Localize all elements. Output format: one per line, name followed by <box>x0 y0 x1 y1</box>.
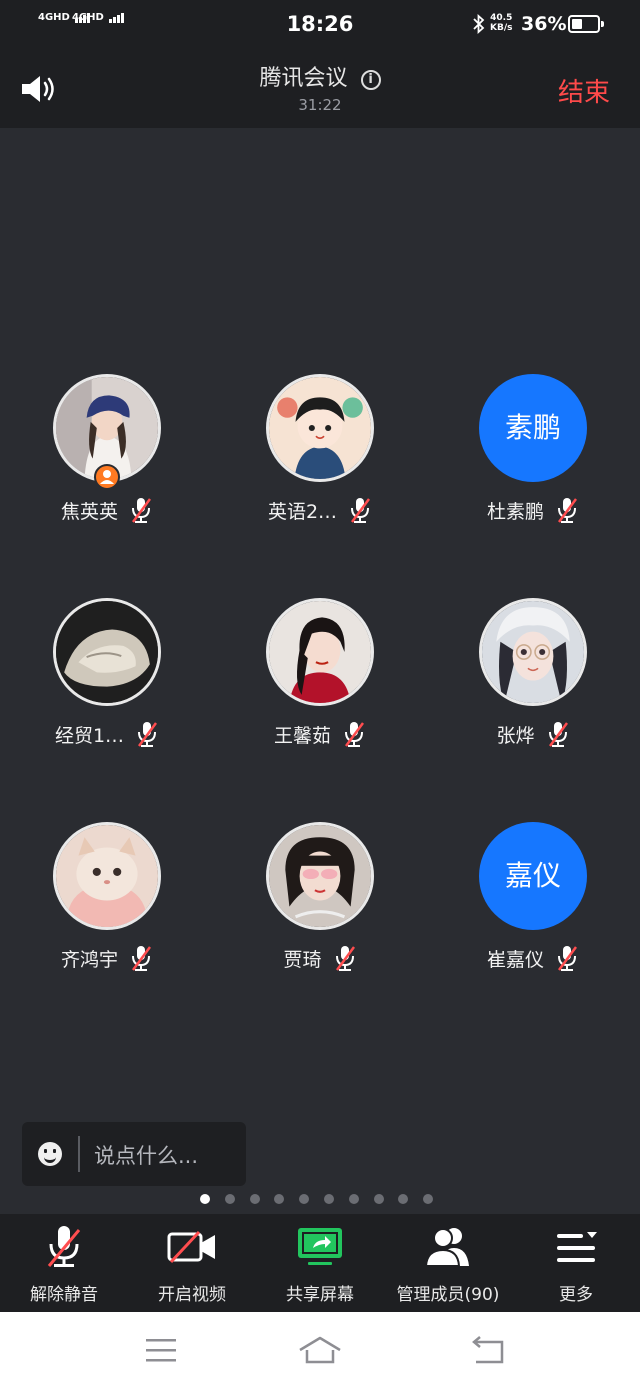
page-dot[interactable] <box>249 1194 260 1204</box>
participant-name-row: 贾琦 <box>213 944 426 974</box>
bluetooth-icon <box>473 14 485 34</box>
avatar <box>53 598 161 706</box>
participant-name-row: 齐鸿宇 <box>0 944 213 974</box>
more-button[interactable]: 更多 <box>512 1214 640 1312</box>
page-dot[interactable] <box>348 1194 359 1204</box>
participant-name: 崔嘉仪 <box>486 948 544 971</box>
share-screen-button[interactable]: 共享屏幕 <box>256 1214 384 1312</box>
participant-name-row: 焦英英 <box>0 496 213 526</box>
participant-tile[interactable]: 齐鸿宇 <box>0 822 213 1046</box>
page-dot[interactable] <box>224 1194 235 1204</box>
page-dot[interactable] <box>373 1194 384 1204</box>
page-dot-active[interactable] <box>200 1194 210 1204</box>
participant-name: 杜素鹏 <box>486 500 544 523</box>
meeting-toolbar: 解除静音 开启视频 共享屏幕 管理成员(90) 更多 <box>0 1214 640 1312</box>
participant-tile[interactable]: 王馨茹 <box>213 598 426 822</box>
system-nav-bar <box>0 1312 640 1387</box>
network-speed-value: 40.5 <box>490 13 513 23</box>
unmute-button[interactable]: 解除静音 <box>0 1214 128 1312</box>
more-label: 更多 <box>559 1285 593 1305</box>
menu-icon[interactable] <box>140 1332 184 1368</box>
participant-name-row: 王馨茹 <box>213 720 426 750</box>
page-dot[interactable] <box>423 1194 434 1204</box>
chat-placeholder: 说点什么... <box>94 1144 199 1168</box>
participant-tile[interactable]: 英语2… <box>213 374 426 598</box>
avatar-initials: 素鹏 <box>479 374 587 482</box>
info-icon[interactable]: i <box>360 70 381 90</box>
mic-muted-icon <box>47 1226 81 1267</box>
meeting-title-block: 腾讯会议 i 31:22 <box>0 60 640 114</box>
avatar-initials: 嘉仪 <box>479 822 587 930</box>
page-indicator <box>200 1189 448 1204</box>
participant-tile[interactable]: 贾琦 <box>213 822 426 1046</box>
avatar <box>266 598 374 706</box>
start-video-label: 开启视频 <box>158 1285 226 1305</box>
video-off-icon <box>167 1230 215 1264</box>
emoji-icon[interactable] <box>38 1142 62 1166</box>
share-screen-icon <box>298 1228 342 1265</box>
participant-name: 经贸1… <box>54 724 125 747</box>
page-dot[interactable] <box>299 1194 310 1204</box>
avatar <box>266 374 374 482</box>
page-dot[interactable] <box>274 1194 285 1204</box>
mic-muted-icon <box>138 722 158 747</box>
page-dot[interactable] <box>398 1194 409 1204</box>
mic-muted-icon <box>335 946 355 971</box>
manage-members-button[interactable]: 管理成员(90) <box>384 1214 512 1312</box>
meeting-title: 腾讯会议 <box>259 66 348 91</box>
meeting-header: 腾讯会议 i 31:22 结束 <box>0 50 640 128</box>
battery-percent: 36% <box>521 13 567 35</box>
participant-name: 英语2… <box>267 500 338 523</box>
participant-name-row: 英语2… <box>213 496 426 526</box>
chat-divider <box>78 1136 80 1172</box>
mic-muted-icon <box>131 498 152 523</box>
end-meeting-button[interactable]: 结束 <box>558 72 610 109</box>
mic-muted-icon <box>131 946 152 971</box>
battery-icon <box>568 15 604 33</box>
home-icon[interactable] <box>298 1332 342 1368</box>
avatar <box>53 822 161 930</box>
avatar <box>479 598 587 706</box>
unmute-label: 解除静音 <box>30 1285 98 1305</box>
status-bar: 4GHD 4GHD 18:26 40.5 KB/s 36% <box>0 0 640 50</box>
participant-name-row: 经贸1… <box>0 720 213 750</box>
network-speed: 40.5 KB/s <box>490 13 512 33</box>
participant-tile[interactable]: 焦英英 <box>0 374 213 598</box>
participant-name-row: 崔嘉仪 <box>426 944 639 974</box>
participant-name: 王馨茹 <box>273 724 331 747</box>
participant-name-row: 张烨 <box>426 720 639 750</box>
meeting-duration: 31:22 <box>298 96 342 114</box>
mic-muted-icon <box>351 498 371 523</box>
participant-name: 贾琦 <box>283 948 322 971</box>
avatar <box>266 822 374 930</box>
share-screen-label: 共享屏幕 <box>286 1285 354 1305</box>
participant-tile[interactable]: 经贸1… <box>0 598 213 822</box>
participant-tile[interactable]: 嘉仪 崔嘉仪 <box>426 822 639 1046</box>
start-video-button[interactable]: 开启视频 <box>128 1214 256 1312</box>
page-dot[interactable] <box>323 1194 334 1204</box>
members-icon <box>424 1228 469 1267</box>
network-speed-unit: KB/s <box>490 23 513 33</box>
mic-muted-icon <box>557 498 578 523</box>
mic-muted-icon <box>344 722 365 747</box>
participant-tile[interactable]: 素鹏 杜素鹏 <box>426 374 639 598</box>
mic-muted-icon <box>548 722 568 747</box>
host-badge-icon <box>94 464 120 490</box>
participant-name: 张烨 <box>496 724 535 747</box>
chat-input[interactable]: 说点什么... <box>22 1122 246 1186</box>
participant-name: 焦英英 <box>60 500 118 523</box>
participant-tile[interactable]: 张烨 <box>426 598 639 822</box>
mic-muted-icon <box>557 946 578 971</box>
back-icon[interactable] <box>466 1332 510 1368</box>
more-menu-icon <box>557 1232 597 1262</box>
participant-name: 齐鸿宇 <box>60 948 118 971</box>
manage-members-label: 管理成员(90) <box>396 1285 500 1305</box>
participant-name-row: 杜素鹏 <box>426 496 639 526</box>
